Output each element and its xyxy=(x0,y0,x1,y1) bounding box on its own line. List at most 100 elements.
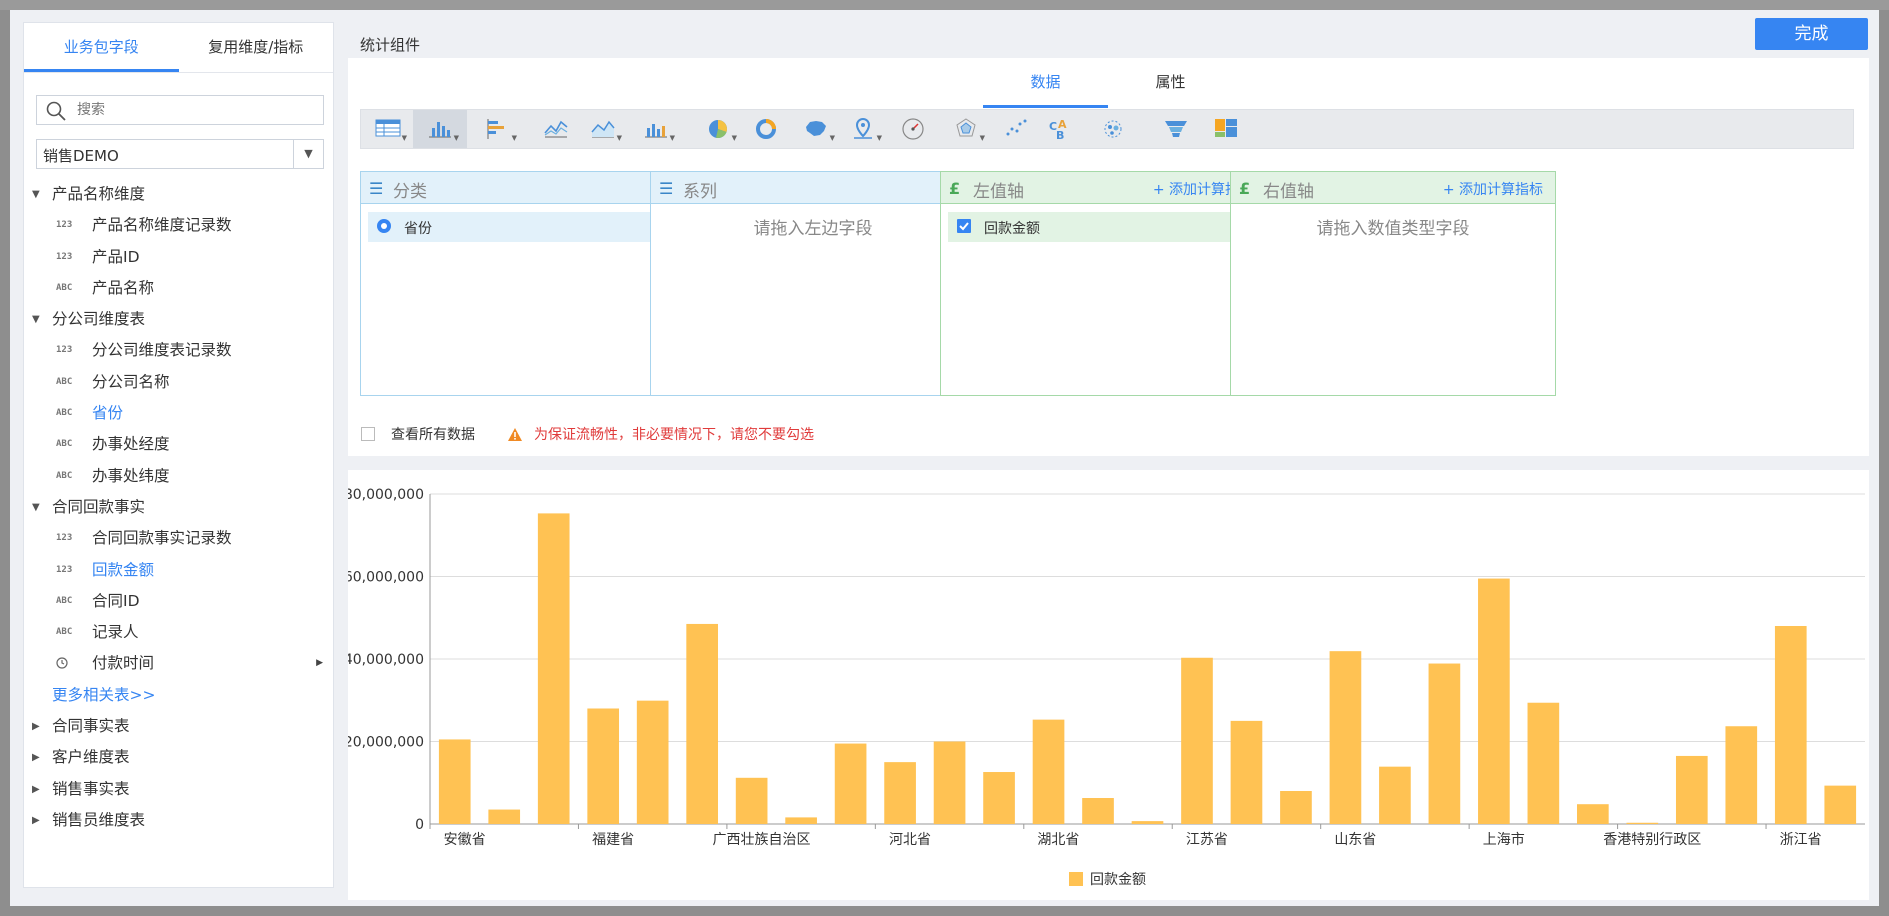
bar xyxy=(488,809,521,824)
text-type-icon: ABC xyxy=(56,627,73,638)
add-calculated-metric-button[interactable]: + 添加计算指标 xyxy=(1443,179,1543,199)
chevron-down-icon[interactable]: ▼ xyxy=(830,134,835,142)
tree-field[interactable]: ABC 记录人 xyxy=(24,617,335,648)
left-axis-zone[interactable]: £ 左值轴 + 添加计算指标 回款金额 xyxy=(940,171,1266,396)
background-toolbar xyxy=(0,0,1889,10)
tree-field-label: 回款金额 xyxy=(92,560,155,579)
word-cloud-icon[interactable]: CAB xyxy=(1033,110,1087,148)
expand-icon[interactable]: ▶ xyxy=(316,648,323,679)
category-zone[interactable]: ☰ 分类 省份 xyxy=(360,171,686,396)
ring-chart-icon[interactable] xyxy=(739,110,793,148)
tree-field-label: 产品ID xyxy=(92,247,140,266)
bar-chart-icon[interactable]: ▼ xyxy=(413,110,467,148)
tree-field[interactable]: ABC 办事处纬度 xyxy=(24,461,335,492)
bar xyxy=(785,817,817,824)
svg-text:B: B xyxy=(1056,129,1064,142)
pie-chart-icon[interactable]: ▼ xyxy=(691,110,745,148)
x-tick-label: 安徽省 xyxy=(444,832,486,848)
point-map-icon[interactable]: ▼ xyxy=(836,110,890,148)
left-axis-field-chip[interactable]: 回款金额 xyxy=(948,212,1258,242)
tree-group[interactable]: ▶ 销售事实表 xyxy=(24,774,335,805)
tree-group[interactable]: ▼ 合同回款事实 xyxy=(24,492,335,523)
done-button[interactable]: 完成 xyxy=(1755,18,1868,50)
collapse-icon[interactable]: ▼ xyxy=(32,304,40,335)
bar xyxy=(1577,804,1609,824)
right-axis-zone[interactable]: £ 右值轴 + 添加计算指标 请拖入数值类型字段 xyxy=(1230,171,1556,396)
series-zone[interactable]: ☰ 系列 请拖入左边字段 xyxy=(650,171,976,396)
tree-group[interactable]: ▼ 分公司维度表 xyxy=(24,304,335,335)
tree-group[interactable]: ▶ 销售员维度表 xyxy=(24,805,335,836)
chevron-down-icon[interactable]: ▼ xyxy=(454,134,459,142)
tree-field[interactable]: 123 回款金额 xyxy=(24,555,335,586)
tree-field[interactable]: 123 产品ID xyxy=(24,242,335,273)
text-type-icon: ABC xyxy=(56,470,73,481)
table-icon[interactable]: ▼ xyxy=(361,110,415,148)
expand-icon[interactable]: ▶ xyxy=(32,742,40,773)
search-box xyxy=(36,95,324,125)
chevron-down-icon[interactable]: ▼ xyxy=(293,140,323,168)
chevron-down-icon[interactable]: ▼ xyxy=(732,134,737,142)
category-zone-header: ☰ 分类 xyxy=(361,172,685,204)
tab-properties[interactable]: 属性 xyxy=(1108,58,1233,108)
field-panel: 业务包字段 复用维度/指标 销售DEMO ▼ ▼ 产品名称维度 123 产品名称维度记… xyxy=(23,22,334,888)
expand-icon[interactable]: ▶ xyxy=(32,774,40,805)
collapse-icon[interactable]: ▼ xyxy=(32,492,40,523)
tree-group[interactable]: ▶ 合同事实表 xyxy=(24,711,335,742)
left-axis-zone-header: £ 左值轴 + 添加计算指标 xyxy=(941,172,1265,204)
package-select-value: 销售DEMO xyxy=(43,147,119,165)
chevron-down-icon[interactable]: ▼ xyxy=(670,134,675,142)
more-relations-link[interactable]: 更多相关表>> xyxy=(24,680,335,711)
collapse-icon[interactable]: ▼ xyxy=(32,179,40,210)
tree-group[interactable]: ▶ 客户维度表 xyxy=(24,742,335,773)
treemap-icon[interactable] xyxy=(1199,110,1253,148)
tab-data[interactable]: 数据 xyxy=(983,58,1108,108)
checkbox-checked-icon[interactable] xyxy=(956,218,972,234)
number-type-icon: 123 xyxy=(56,564,73,575)
tree-field-label: 合同ID xyxy=(92,591,140,610)
tree-field[interactable]: ABC 省份 xyxy=(24,398,335,429)
funnel-icon[interactable] xyxy=(1149,110,1203,148)
package-select[interactable]: 销售DEMO ▼ xyxy=(36,139,324,169)
y-tick-label: 0 xyxy=(415,817,424,833)
tree-field[interactable]: 123 产品名称维度记录数 xyxy=(24,210,335,241)
gauge-icon[interactable] xyxy=(886,110,940,148)
right-axis-zone-placeholder: 请拖入数值类型字段 xyxy=(1316,219,1470,239)
chevron-down-icon[interactable]: ▼ xyxy=(402,134,407,142)
area-chart-icon[interactable]: ▼ xyxy=(576,110,630,148)
series-zone-title: 系列 xyxy=(683,182,717,202)
combo-chart-icon[interactable]: ▼ xyxy=(629,110,683,148)
bar xyxy=(686,623,718,824)
chevron-down-icon[interactable]: ▼ xyxy=(512,134,517,142)
number-type-icon: 123 xyxy=(56,345,73,356)
tree-group-label: 客户维度表 xyxy=(52,748,130,767)
chevron-down-icon[interactable]: ▼ xyxy=(877,134,882,142)
horizontal-bar-icon[interactable]: ▼ xyxy=(471,110,525,148)
line-chart-icon[interactable] xyxy=(529,110,583,148)
tree-field-label: 产品名称维度记录数 xyxy=(92,216,232,235)
category-field-chip[interactable]: 省份 xyxy=(368,212,678,242)
x-tick-label: 福建省 xyxy=(592,832,634,848)
map-icon[interactable]: ▼ xyxy=(789,110,843,148)
bubble-icon[interactable] xyxy=(1086,110,1140,148)
expand-icon[interactable]: ▶ xyxy=(32,805,40,836)
tree-group[interactable]: ▼ 产品名称维度 xyxy=(24,179,335,210)
tree-field[interactable]: ABC 产品名称 xyxy=(24,273,335,304)
chevron-down-icon[interactable]: ▼ xyxy=(617,134,622,142)
tree-field[interactable]: 123 分公司维度表记录数 xyxy=(24,335,335,366)
tree-group-label: 分公司维度表 xyxy=(52,310,146,329)
tree-field[interactable]: ABC 合同ID xyxy=(24,586,335,617)
view-all-data-checkbox[interactable] xyxy=(361,427,375,441)
tab-package-fields[interactable]: 业务包字段 xyxy=(24,23,179,72)
tree-field[interactable]: ABC 办事处经度 xyxy=(24,429,335,460)
tree-field[interactable]: 付款时间 ▶ xyxy=(24,648,335,679)
tab-reuse-dimensions[interactable]: 复用维度/指标 xyxy=(179,23,334,72)
chevron-down-icon[interactable]: ▼ xyxy=(980,134,985,142)
tree-field-label: 产品名称 xyxy=(92,278,155,297)
view-all-data-option[interactable]: 查看所有数据 xyxy=(361,424,475,444)
radar-icon[interactable]: ▼ xyxy=(939,110,993,148)
expand-icon[interactable]: ▶ xyxy=(32,711,40,742)
tree-field[interactable]: ABC 分公司名称 xyxy=(24,367,335,398)
search-input[interactable] xyxy=(77,99,317,121)
text-type-icon: ABC xyxy=(56,376,73,387)
tree-field[interactable]: 123 合同回款事实记录数 xyxy=(24,523,335,554)
